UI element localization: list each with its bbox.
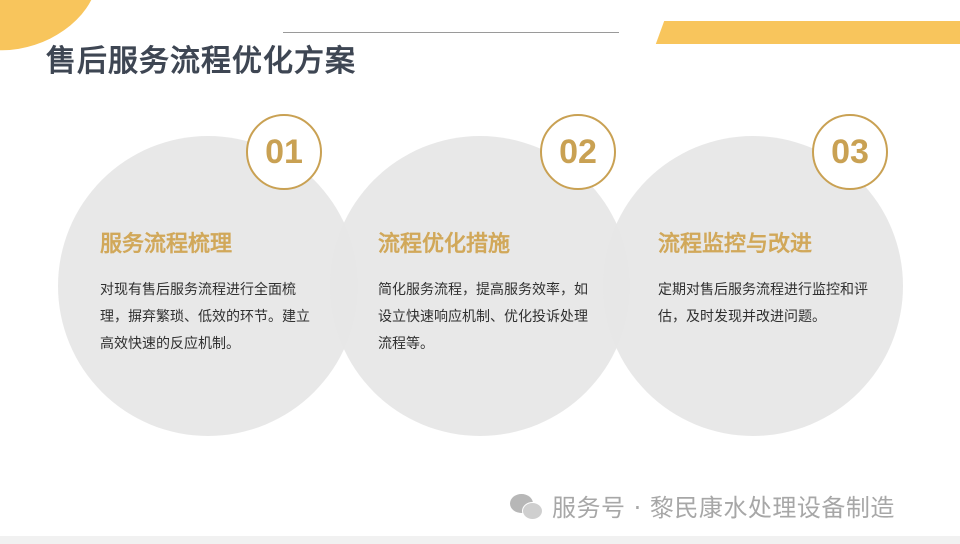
slide: 售后服务流程优化方案 01 02 03 服务流程梳理 流程优化措施 流程监控与改… (0, 0, 960, 544)
step-2-number-badge: 02 (540, 114, 616, 190)
step-2-title: 流程优化措施 (378, 232, 511, 257)
watermark: 服务号 · 黎民康水处理设备制造 (510, 488, 895, 523)
wechat-icon (510, 492, 546, 520)
slide-title: 售后服务流程优化方案 (46, 44, 356, 79)
step-3-description: 定期对售后服务流程进行监控和评估，及时发现并改进问题。 (658, 282, 868, 325)
step-2-description: 简化服务流程，提高服务效率，如设立快速响应机制、优化投诉处理流程等。 (378, 282, 588, 352)
step-3-number-badge: 03 (812, 114, 888, 190)
wechat-bubble-small (522, 501, 543, 520)
step-1-number-badge: 01 (246, 114, 322, 190)
step-3-title: 流程监控与改进 (658, 232, 813, 257)
step-1-title: 服务流程梳理 (100, 232, 233, 257)
watermark-text: 服务号 · 黎民康水处理设备制造 (552, 494, 895, 522)
decorative-top-rule (283, 32, 619, 33)
step-1-description: 对现有售后服务流程进行全面梳理，摒弃繁琐、低效的环节。建立高效快速的反应机制。 (100, 282, 310, 352)
footer-strip (0, 536, 960, 544)
decorative-corner-band (655, 21, 960, 44)
